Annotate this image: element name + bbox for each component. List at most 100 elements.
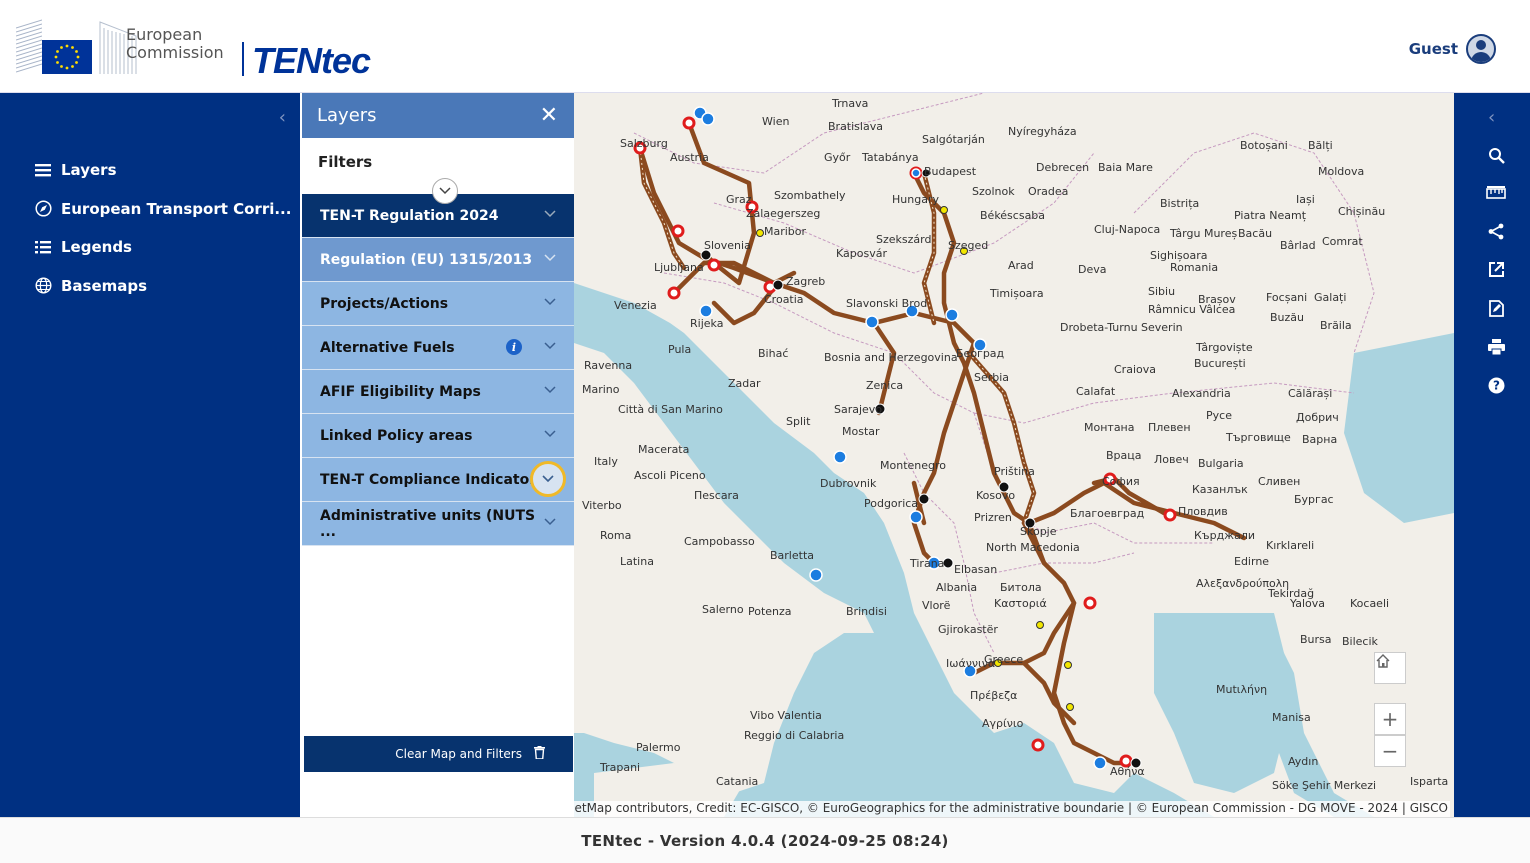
map-place-label: Latina <box>620 555 654 568</box>
right-toolbar: ‹ ? <box>1454 93 1530 817</box>
globe-icon <box>34 277 52 295</box>
map-place-label: Kocaeli <box>1350 597 1390 610</box>
map-place-label: Catania <box>716 775 759 788</box>
map-place-label: Târgoviște <box>1196 341 1253 354</box>
chevron-down-icon[interactable] <box>432 178 458 204</box>
accordion-compliance-indicators[interactable]: TEN-T Compliance Indicators <box>302 458 574 502</box>
map-place-label: Alexandria <box>1172 387 1231 400</box>
chevron-down-icon <box>544 253 556 266</box>
print-icon[interactable] <box>1484 335 1508 359</box>
map-place-label: Търговище <box>1226 431 1291 444</box>
tentec-logo-tec: tec <box>321 40 371 81</box>
map-place-label: Brindisi <box>846 605 887 618</box>
app-header: European Commission TENtec Guest <box>0 0 1530 93</box>
map-view[interactable]: Wien Bratislava Trnava Salzburg Austria Graz S… <box>574 93 1454 817</box>
map-place-label: Ljubljana <box>654 261 704 274</box>
map-place-label: Yalova <box>1290 597 1325 610</box>
map-place-label: Edirne <box>1234 555 1270 568</box>
accordion-label: Linked Policy areas <box>320 427 473 444</box>
user-menu[interactable]: Guest <box>1409 34 1496 64</box>
ec-wordmark-line1: European <box>126 25 203 44</box>
chevron-down-icon <box>544 517 556 530</box>
accordion-label: TEN-T Compliance Indicators <box>320 471 545 488</box>
map-place-label: Macerata <box>638 443 690 456</box>
map-place-label: Русе <box>1206 409 1232 422</box>
map-place-label: Добрич <box>1296 411 1339 424</box>
map-place-label: Благоевград <box>1070 507 1145 520</box>
ruler-icon[interactable] <box>1484 181 1508 205</box>
map-place-label: Zalaegerszeg <box>746 207 821 220</box>
accordion-regulation-1315[interactable]: Regulation (EU) 1315/2013 <box>302 238 574 282</box>
map-place-label: Serbia <box>974 371 1010 384</box>
map-place-label: Isparta <box>1410 775 1449 788</box>
map-place-label: Кърджали <box>1194 529 1255 542</box>
map-place-label: София <box>1102 475 1140 488</box>
accordion-label: Projects/Actions <box>320 295 449 312</box>
map-place-label: North Macedonia <box>986 541 1080 554</box>
chevron-down-icon[interactable] <box>530 461 566 497</box>
map-place-label: Ловеч <box>1154 453 1189 466</box>
map-place-label: Elbasan <box>954 563 998 576</box>
sidebar-item-layers[interactable]: Layers <box>34 151 291 190</box>
map-place-label: Prizren <box>974 511 1012 524</box>
edit-icon[interactable] <box>1484 296 1508 320</box>
map-place-label: Ιωάννινα <box>946 657 996 670</box>
map-place-label: Priština <box>994 465 1035 478</box>
tentec-logo-ten: TEN <box>252 40 322 81</box>
map-place-label: Vibo Valentia <box>750 709 822 722</box>
map-place-label: Bălți <box>1308 139 1333 152</box>
svg-text:?: ? <box>1493 378 1500 392</box>
sidebar-item-legends[interactable]: Legends <box>34 228 291 267</box>
map-place-label: Hungary <box>892 193 939 206</box>
map-place-label: Italy <box>594 455 618 468</box>
chevron-down-icon <box>544 429 556 442</box>
map-place-label: Podgorica <box>864 497 919 510</box>
accordion-label: Alternative Fuels <box>320 339 455 356</box>
close-icon[interactable]: ✕ <box>540 104 558 127</box>
map-place-label: Trapani <box>600 761 641 774</box>
info-icon[interactable]: i <box>506 339 522 355</box>
search-icon[interactable] <box>1484 143 1508 167</box>
plus-icon: + <box>1381 707 1399 731</box>
tentec-logo[interactable]: TENtec <box>252 40 371 82</box>
external-link-icon[interactable] <box>1484 257 1508 281</box>
collapse-toolbar-button[interactable]: ‹ <box>1488 107 1495 128</box>
map-place-label: Chișinău <box>1338 205 1386 218</box>
app-footer: TENtec - Version 4.0.4 (2024-09-25 08:24… <box>0 817 1530 863</box>
sidebar-item-basemaps[interactable]: Basemaps <box>34 267 291 306</box>
ec-wordmark: European Commission <box>126 26 224 62</box>
map-place-label: Iași <box>1296 193 1315 206</box>
map-place-label: Cluj-Napoca <box>1094 223 1161 236</box>
map-place-label: Békéscsaba <box>980 209 1046 222</box>
accordion-administrative-units[interactable]: Administrative units (NUTS ... <box>302 502 574 546</box>
map-place-label: Söke Şehir Merkezi <box>1272 779 1377 792</box>
help-icon[interactable]: ? <box>1484 373 1508 397</box>
map-place-label: Pula <box>668 343 692 356</box>
map-place-label: Montenegro <box>880 459 947 472</box>
accordion-linked-policy[interactable]: Linked Policy areas <box>302 414 574 458</box>
accordion-label: TEN-T Regulation 2024 <box>320 207 499 224</box>
list-icon <box>34 238 52 256</box>
clear-map-button[interactable]: Clear Map and Filters <box>304 736 573 772</box>
map-place-label: Austria <box>670 151 709 164</box>
accordion-projects-actions[interactable]: Projects/Actions <box>302 282 574 326</box>
collapse-sidebar-button[interactable]: ‹ <box>279 107 286 128</box>
zoom-in-button[interactable]: + <box>1374 703 1406 735</box>
share-icon[interactable] <box>1484 219 1508 243</box>
map-place-label: Maribor <box>764 225 807 238</box>
version-text: TENtec - Version 4.0.4 (2024-09-25 08:24… <box>581 831 949 850</box>
map-place-label: Roma <box>600 529 632 542</box>
map-place-label: Αγρίνιο <box>982 717 1024 730</box>
accordion-afif-eligibility[interactable]: AFIF Eligibility Maps <box>302 370 574 414</box>
accordion-alternative-fuels[interactable]: Alternative Fuels i <box>302 326 574 370</box>
filters-section[interactable]: Filters <box>302 138 574 204</box>
map-place-label: Kırklareli <box>1266 539 1315 552</box>
layers-panel-title: Layers <box>317 105 377 126</box>
map-place-label: Città di San Marino <box>618 403 723 416</box>
map-place-label: Craiova <box>1114 363 1156 376</box>
home-extent-button[interactable] <box>1374 652 1406 684</box>
map-place-label: Dubrovnik <box>820 477 877 490</box>
map-place-label: Târgu Mureș <box>1170 227 1238 240</box>
zoom-out-button[interactable]: − <box>1374 735 1406 767</box>
sidebar-item-corridors[interactable]: European Transport Corri... <box>34 190 291 229</box>
